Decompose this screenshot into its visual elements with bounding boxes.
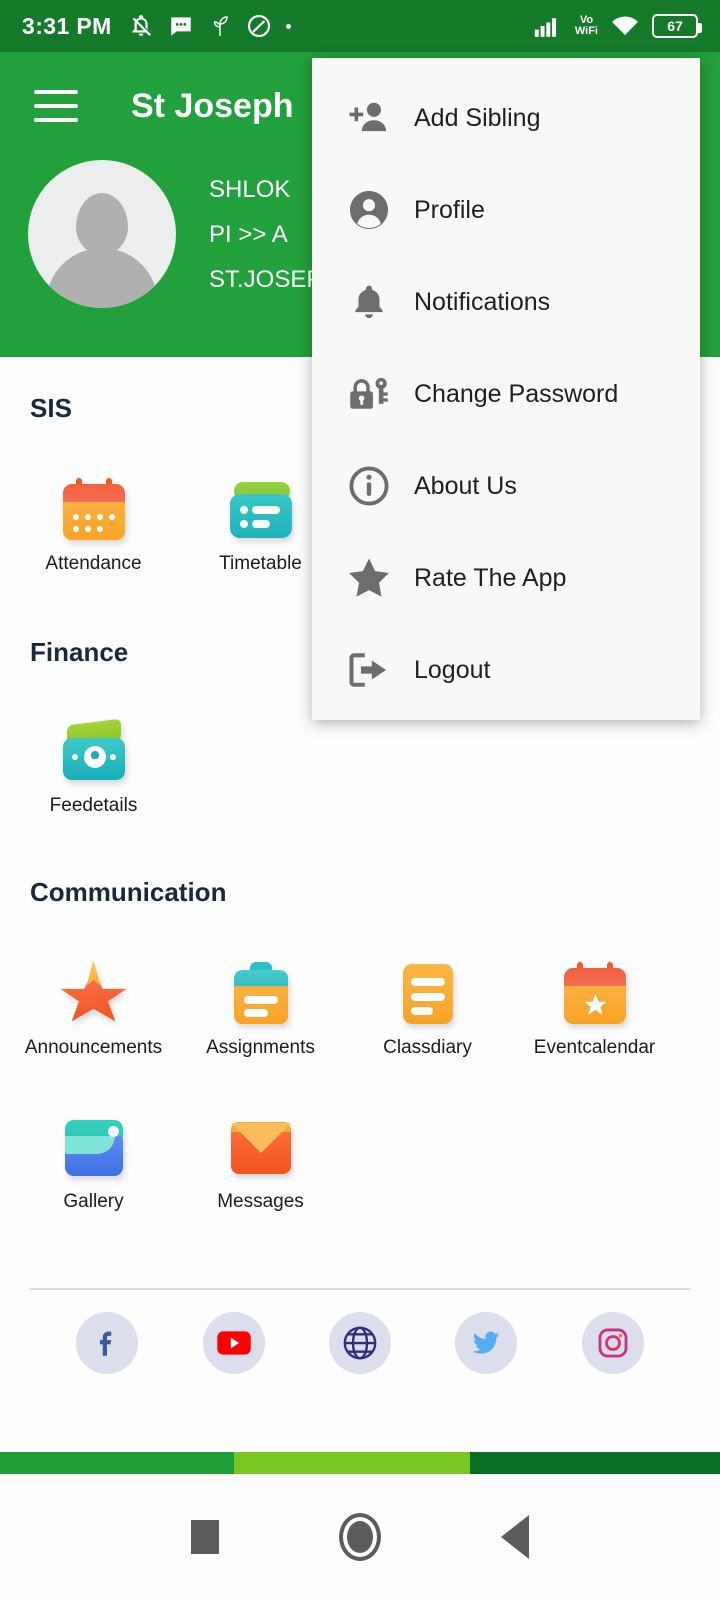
color-segment-1 [0, 1452, 234, 1474]
profile-details: SHLOK PI >> A ST.JOSEP [209, 167, 322, 302]
tile-label: Classdiary [383, 1037, 472, 1058]
tile-label: Assignments [206, 1037, 315, 1058]
document-icon [395, 960, 461, 1024]
menu-item-about-us[interactable]: About Us [312, 440, 700, 532]
bell-off-icon [132, 15, 151, 36]
menu-item-logout[interactable]: Logout [312, 624, 700, 716]
youtube-icon[interactable] [202, 1312, 265, 1374]
hamburger-icon[interactable] [34, 90, 78, 122]
tile-label: Timetable [219, 553, 302, 574]
bell-icon [338, 280, 400, 324]
tile-feedetails[interactable]: Feedetails [10, 718, 177, 817]
tile-gallery[interactable]: Gallery [10, 1114, 177, 1213]
menu-item-change-password[interactable]: Change Password [312, 348, 700, 440]
twitter-icon[interactable] [455, 1312, 518, 1374]
section-grid-communication: Announcements Assignments Classdiary Eve… [0, 960, 720, 1213]
lock-key-icon [338, 372, 400, 416]
menu-item-label: Notifications [414, 287, 551, 316]
tile-label: Eventcalendar [533, 1037, 656, 1058]
android-navigation-bar [0, 1474, 720, 1600]
avatar[interactable] [28, 160, 176, 308]
do-not-disturb-icon [247, 14, 270, 38]
tile-label: Announcements [24, 1037, 163, 1058]
menu-item-rate-the-app[interactable]: Rate The App [312, 532, 700, 624]
brand-color-bar [0, 1452, 720, 1474]
tile-eventcalendar[interactable]: Eventcalendar [511, 960, 678, 1059]
wallet-money-icon [61, 718, 127, 782]
menu-item-label: Rate The App [414, 563, 567, 592]
section-title-communication: Communication [30, 877, 227, 907]
battery-icon: 67 [652, 14, 702, 38]
tile-messages[interactable]: Messages [177, 1114, 344, 1213]
student-name: SHLOK [209, 175, 291, 203]
color-segment-3 [470, 1452, 720, 1474]
tile-label: Gallery [63, 1191, 124, 1212]
menu-item-label: Profile [414, 195, 485, 224]
status-bar: 3:31 PM Vo WiFi 67 [0, 0, 720, 52]
leaf-icon [213, 16, 228, 36]
star-icon [338, 555, 400, 601]
message-icon [170, 17, 191, 36]
signal-icon [534, 18, 556, 37]
facebook-icon[interactable] [76, 1312, 139, 1374]
instagram-icon[interactable] [581, 1312, 644, 1374]
student-class: PI >> A [209, 220, 288, 248]
gallery-image-icon [61, 1114, 127, 1178]
section-grid-finance: Feedetails [0, 718, 720, 817]
color-segment-2 [234, 1452, 470, 1474]
tile-attendance[interactable]: Attendance [10, 476, 177, 575]
menu-item-profile[interactable]: Profile [312, 164, 700, 256]
student-school: ST.JOSEP [209, 265, 323, 293]
recents-square-icon[interactable] [191, 1520, 219, 1554]
menu-item-label: About Us [414, 471, 517, 500]
logout-arrow-icon [338, 649, 400, 691]
menu-item-label: Add Sibling [414, 103, 541, 132]
menu-item-label: Logout [414, 655, 491, 684]
profile-circle-icon [338, 188, 400, 232]
tile-assignments[interactable]: Assignments [177, 960, 344, 1059]
home-circle-icon[interactable] [339, 1513, 381, 1561]
status-left-icons [128, 13, 533, 39]
status-right-icons: Vo WiFi 67 [533, 14, 702, 38]
battery-percent: 67 [667, 18, 683, 34]
social-links [0, 1290, 720, 1374]
wifi-icon [612, 16, 638, 35]
dot-icon [285, 23, 291, 29]
overflow-menu: Add Sibling Profile Notifications Change… [312, 58, 700, 720]
menu-item-notifications[interactable]: Notifications [312, 256, 700, 348]
status-time: 3:31 PM [22, 12, 112, 39]
clipboard-icon [228, 960, 294, 1024]
timetable-card-icon [228, 476, 294, 540]
calendar-star-icon [562, 960, 628, 1024]
add-person-icon [338, 97, 400, 139]
tile-classdiary[interactable]: Classdiary [344, 960, 511, 1059]
envelope-icon [228, 1114, 294, 1178]
tile-label: Attendance [45, 553, 142, 574]
tile-label: Messages [217, 1191, 304, 1212]
star-announcement-icon [60, 960, 127, 1024]
back-triangle-icon[interactable] [501, 1515, 529, 1559]
website-globe-icon[interactable] [328, 1312, 391, 1374]
vowifi-icon: Vo WiFi [574, 14, 598, 37]
person-placeholder-icon [76, 192, 128, 255]
info-circle-icon [338, 464, 400, 508]
calendar-icon [61, 476, 127, 540]
tile-label: Feedetails [49, 795, 138, 816]
menu-item-add-sibling[interactable]: Add Sibling [312, 72, 700, 164]
menu-item-label: Change Password [414, 379, 619, 408]
tile-announcements[interactable]: Announcements [10, 960, 177, 1059]
page-title: St Joseph [131, 86, 294, 125]
